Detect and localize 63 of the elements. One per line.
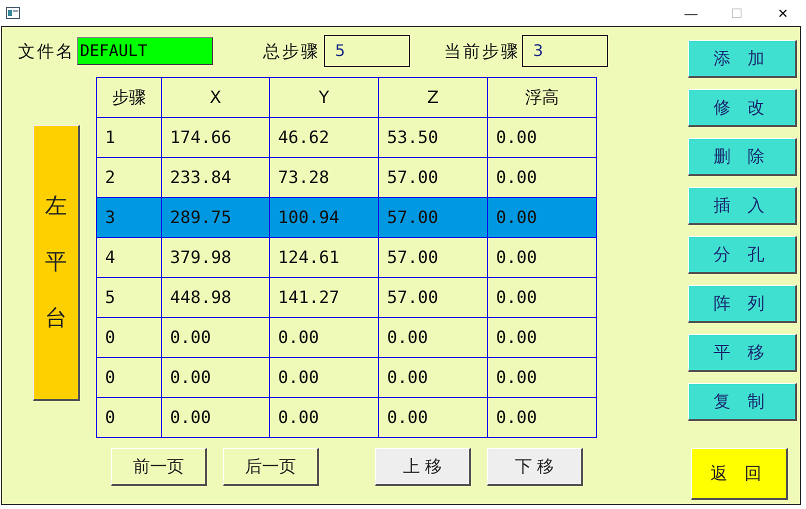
table-cell: 0.00 (378, 358, 488, 398)
table-cell: 0 (96, 358, 162, 398)
table-cell: 0.00 (162, 318, 270, 358)
return-button[interactable]: 返 回 (691, 448, 788, 500)
action-button[interactable]: 插 入 (688, 187, 797, 225)
table-cell: 0.00 (162, 358, 270, 398)
table-cell: 0.00 (270, 318, 378, 358)
table-cell: 0.00 (378, 318, 488, 358)
table-cell: 0.00 (270, 398, 378, 438)
table-cell: 174.66 (162, 118, 270, 158)
file-name-label: 文件名 (18, 40, 75, 62)
minimize-button[interactable]: — (668, 0, 714, 26)
current-step-field[interactable]: 3 (522, 35, 608, 67)
table-cell: 0.00 (488, 398, 596, 438)
action-button[interactable]: 阵 列 (688, 285, 797, 323)
table-cell: 46.62 (270, 118, 378, 158)
file-name-field[interactable]: DEFAULT (77, 37, 213, 65)
table-cell: 4 (96, 238, 162, 278)
action-button[interactable]: 复 制 (688, 383, 797, 421)
total-steps-field[interactable]: 5 (324, 35, 410, 67)
action-button[interactable]: 分 孔 (688, 236, 797, 274)
current-step-label: 当前步骤 (444, 40, 520, 62)
table-cell: 0.00 (488, 118, 596, 158)
table-cell: 3 (96, 198, 162, 238)
table-cell: 57.00 (378, 198, 488, 238)
action-button[interactable]: 平 移 (688, 334, 797, 372)
app-icon (6, 7, 20, 19)
column-header: Z (378, 78, 488, 118)
total-steps-label: 总步骤 (263, 40, 320, 62)
action-button[interactable]: 修 改 (688, 89, 797, 127)
table-cell: 5 (96, 278, 162, 318)
table-cell: 0.00 (488, 318, 596, 358)
table-cell: 379.98 (162, 238, 270, 278)
column-header: Y (270, 78, 378, 118)
table-cell: 0.00 (488, 278, 596, 318)
move-button[interactable]: 下 移 (487, 448, 583, 486)
table-cell: 124.61 (270, 238, 378, 278)
page-button[interactable]: 后一页 (223, 448, 319, 486)
page-button[interactable]: 前一页 (111, 448, 207, 486)
table-cell: 289.75 (162, 198, 270, 238)
column-header: 浮高 (488, 78, 596, 118)
column-header: 步骤 (96, 78, 162, 118)
table-cell: 0.00 (488, 198, 596, 238)
table-cell: 0.00 (378, 398, 488, 438)
action-button[interactable]: 添 加 (688, 40, 797, 78)
table-cell: 0.00 (162, 398, 270, 438)
table-cell: 0 (96, 398, 162, 438)
table-cell: 100.94 (270, 198, 378, 238)
table-cell: 448.98 (162, 278, 270, 318)
table-cell: 0 (96, 318, 162, 358)
table-cell: 57.00 (378, 278, 488, 318)
table-cell: 57.00 (378, 238, 488, 278)
table-cell: 0.00 (488, 358, 596, 398)
move-button[interactable]: 上 移 (375, 448, 471, 486)
close-button[interactable]: ✕ (760, 0, 806, 26)
table-cell: 141.27 (270, 278, 378, 318)
table-cell: 0.00 (270, 358, 378, 398)
table-cell: 53.50 (378, 118, 488, 158)
platform-button[interactable]: 左平台 (33, 125, 80, 401)
table-cell: 1 (96, 118, 162, 158)
action-button[interactable]: 删 除 (688, 138, 797, 176)
column-header: X (162, 78, 270, 118)
table-cell: 0.00 (488, 238, 596, 278)
